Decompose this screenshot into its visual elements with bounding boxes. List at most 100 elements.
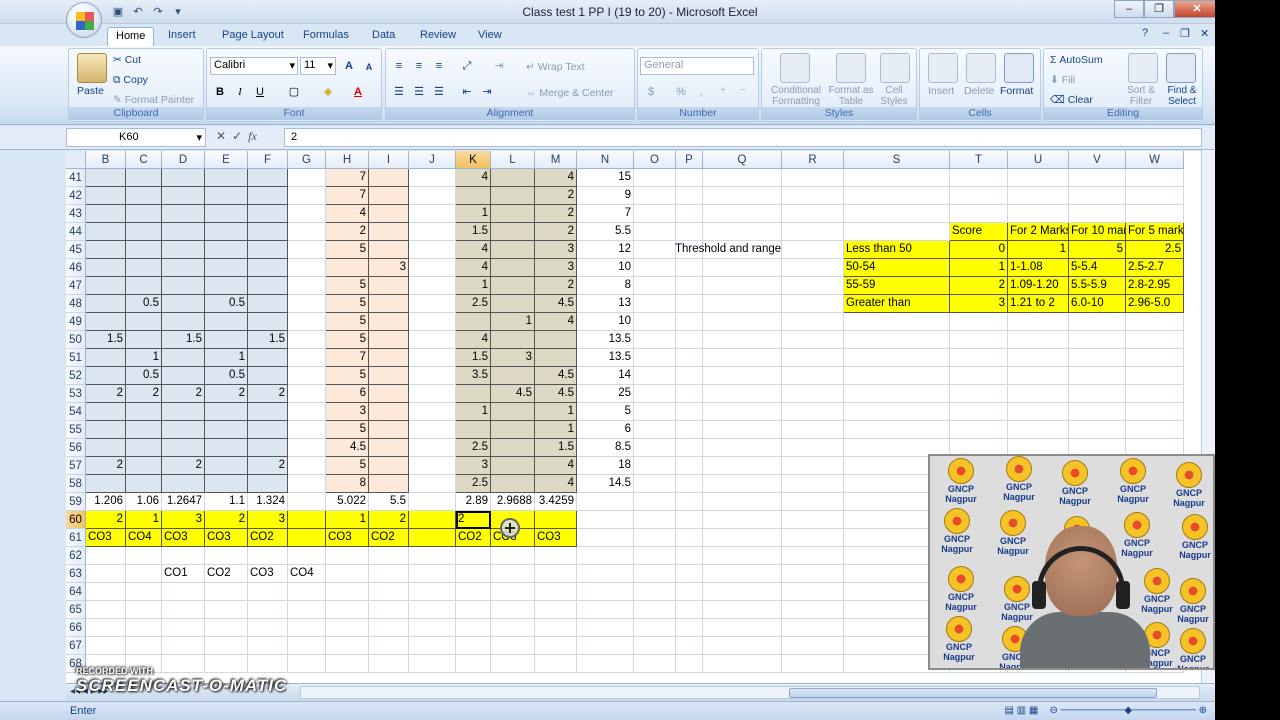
cell-l47[interactable] xyxy=(491,277,535,295)
row-header-56[interactable]: 56 xyxy=(66,439,86,457)
cell-i46[interactable]: 3 xyxy=(369,259,409,277)
cell-f41[interactable] xyxy=(248,169,288,187)
cell-r56[interactable] xyxy=(782,439,844,457)
cell-b59[interactable]: 1.206 xyxy=(86,493,126,511)
cell-q54[interactable] xyxy=(703,403,782,421)
row-header-52[interactable]: 52 xyxy=(66,367,86,385)
cell-p41[interactable] xyxy=(676,169,703,187)
cell-k58[interactable]: 2.5 xyxy=(456,475,491,493)
cell-e53[interactable]: 2 xyxy=(205,385,248,403)
cell-i58[interactable] xyxy=(369,475,409,493)
cell-s44[interactable] xyxy=(844,223,950,241)
cell-i48[interactable] xyxy=(369,295,409,313)
cell-m60[interactable] xyxy=(535,511,577,529)
tab-page-layout[interactable]: Page Layout xyxy=(214,27,292,46)
cell-i44[interactable] xyxy=(369,223,409,241)
cell-f59[interactable]: 1.324 xyxy=(248,493,288,511)
cell-c49[interactable] xyxy=(126,313,162,331)
cell-b48[interactable] xyxy=(86,295,126,313)
cell-g68[interactable] xyxy=(288,655,326,673)
cell-n58[interactable]: 14.5 xyxy=(577,475,634,493)
cell-g56[interactable] xyxy=(288,439,326,457)
cancel-icon[interactable]: ✕ xyxy=(216,129,226,146)
cell-n61[interactable] xyxy=(577,529,634,547)
cell-d52[interactable] xyxy=(162,367,205,385)
column-header-u[interactable]: U xyxy=(1008,151,1069,169)
cell-n66[interactable] xyxy=(577,619,634,637)
align-center-icon[interactable]: ☰ xyxy=(410,83,428,101)
cell-q47[interactable] xyxy=(703,277,782,295)
cell-r63[interactable] xyxy=(782,565,844,583)
cell-m43[interactable]: 2 xyxy=(535,205,577,223)
cell-u50[interactable] xyxy=(1008,331,1069,349)
borders-icon[interactable]: ▢ xyxy=(285,83,303,101)
cell-i49[interactable] xyxy=(369,313,409,331)
cell-l49[interactable]: 1 xyxy=(491,313,535,331)
cell-p60[interactable] xyxy=(676,511,703,529)
cell-i65[interactable] xyxy=(369,601,409,619)
cell-n62[interactable] xyxy=(577,547,634,565)
cell-o64[interactable] xyxy=(634,583,676,601)
cell-b43[interactable] xyxy=(86,205,126,223)
cell-b53[interactable]: 2 xyxy=(86,385,126,403)
cell-r53[interactable] xyxy=(782,385,844,403)
cell-n68[interactable] xyxy=(577,655,634,673)
cell-g45[interactable] xyxy=(288,241,326,259)
cell-p55[interactable] xyxy=(676,421,703,439)
cell-d57[interactable]: 2 xyxy=(162,457,205,475)
cell-p58[interactable] xyxy=(676,475,703,493)
cell-f49[interactable] xyxy=(248,313,288,331)
cell-j51[interactable] xyxy=(409,349,456,367)
cell-r62[interactable] xyxy=(782,547,844,565)
cell-h66[interactable] xyxy=(326,619,369,637)
cell-k64[interactable] xyxy=(456,583,491,601)
cell-f54[interactable] xyxy=(248,403,288,421)
cell-v55[interactable] xyxy=(1069,421,1126,439)
cell-g51[interactable] xyxy=(288,349,326,367)
cell-o55[interactable] xyxy=(634,421,676,439)
cell-w52[interactable] xyxy=(1126,367,1184,385)
cell-g52[interactable] xyxy=(288,367,326,385)
cell-r41[interactable] xyxy=(782,169,844,187)
cell-b52[interactable] xyxy=(86,367,126,385)
row-header-57[interactable]: 57 xyxy=(66,457,86,475)
cell-b57[interactable]: 2 xyxy=(86,457,126,475)
cell-q51[interactable] xyxy=(703,349,782,367)
cell-g58[interactable] xyxy=(288,475,326,493)
tab-view[interactable]: View xyxy=(470,27,510,46)
cell-u52[interactable] xyxy=(1008,367,1069,385)
cell-d48[interactable] xyxy=(162,295,205,313)
cell-c66[interactable] xyxy=(126,619,162,637)
cell-m58[interactable]: 4 xyxy=(535,475,577,493)
cell-f53[interactable]: 2 xyxy=(248,385,288,403)
cell-w50[interactable] xyxy=(1126,331,1184,349)
cell-o62[interactable] xyxy=(634,547,676,565)
cell-e46[interactable] xyxy=(205,259,248,277)
cell-r58[interactable] xyxy=(782,475,844,493)
cell-j54[interactable] xyxy=(409,403,456,421)
cell-k55[interactable] xyxy=(456,421,491,439)
cell-f65[interactable] xyxy=(248,601,288,619)
cell-d56[interactable] xyxy=(162,439,205,457)
cell-p65[interactable] xyxy=(676,601,703,619)
cell-v49[interactable] xyxy=(1069,313,1126,331)
cell-n45[interactable]: 12 xyxy=(577,241,634,259)
cell-s42[interactable] xyxy=(844,187,950,205)
currency-icon[interactable]: $ xyxy=(642,83,660,101)
cell-f46[interactable] xyxy=(248,259,288,277)
row-header-50[interactable]: 50 xyxy=(66,331,86,349)
cell-f42[interactable] xyxy=(248,187,288,205)
cell-p66[interactable] xyxy=(676,619,703,637)
cell-d50[interactable]: 1.5 xyxy=(162,331,205,349)
cell-h61[interactable]: CO3 xyxy=(326,529,369,547)
grow-font-icon[interactable]: A xyxy=(340,57,358,75)
cell-b63[interactable] xyxy=(86,565,126,583)
cell-u55[interactable] xyxy=(1008,421,1069,439)
cell-p42[interactable] xyxy=(676,187,703,205)
cell-p68[interactable] xyxy=(676,655,703,673)
cell-m42[interactable]: 2 xyxy=(535,187,577,205)
cell-h56[interactable]: 4.5 xyxy=(326,439,369,457)
cell-p64[interactable] xyxy=(676,583,703,601)
cell-h45[interactable]: 5 xyxy=(326,241,369,259)
cell-e55[interactable] xyxy=(205,421,248,439)
